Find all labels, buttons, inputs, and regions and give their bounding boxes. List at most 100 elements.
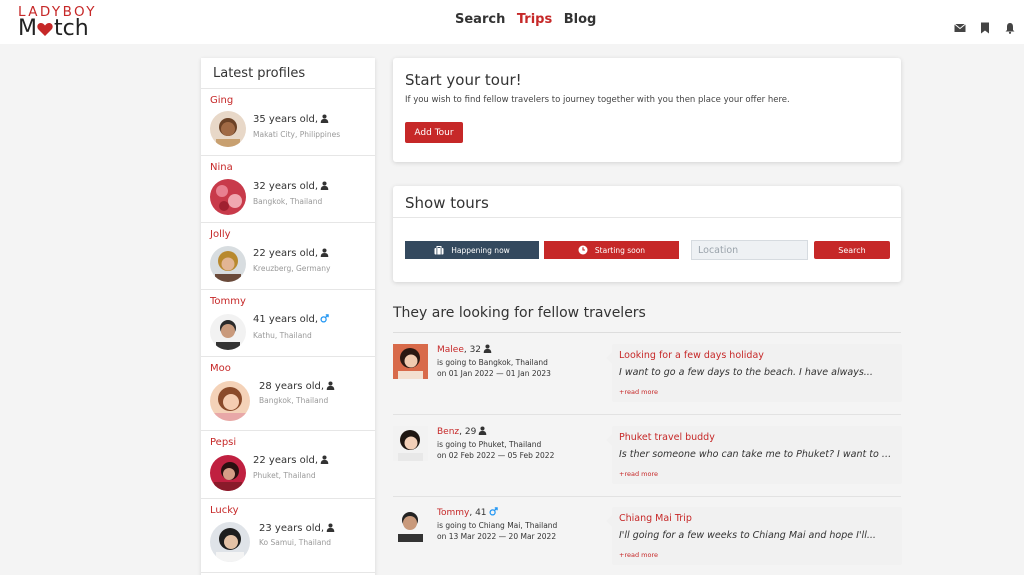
section-title: They are looking for fellow travelers <box>393 305 646 321</box>
profile-location: Makati City, Philippines <box>253 130 341 139</box>
tour-title[interactable]: Chiang Mai Trip <box>619 513 692 524</box>
traveler-photo[interactable] <box>393 426 428 461</box>
profile-age: 28 years old, <box>253 381 335 392</box>
profile-age-text: 41 years old, <box>253 314 319 325</box>
profile-name[interactable]: Tommy <box>210 296 246 307</box>
profile-age: 22 years old, <box>253 455 329 466</box>
bell-icon[interactable] <box>1004 19 1016 34</box>
profile-name[interactable]: Ging <box>210 95 233 106</box>
tour-bubble[interactable]: Chiang Mai Trip I'll going for a few wee… <box>606 507 902 565</box>
traveler-destination: is going to Phuket, Thailand <box>437 440 542 449</box>
traveler-item: Malee, 32 is going to Bangkok, Thailand … <box>393 344 902 415</box>
avatar[interactable] <box>210 381 250 421</box>
traveler-item: Benz, 29 is going to Phuket, Thailand on… <box>393 426 902 497</box>
tour-title[interactable]: Looking for a few days holiday <box>619 350 764 361</box>
bubble-arrow <box>606 352 612 364</box>
search-tours-button[interactable]: Search <box>814 241 890 259</box>
latest-profiles-title: Latest profiles <box>213 66 306 81</box>
profile-location: Kathu, Thailand <box>253 331 312 340</box>
profile-name[interactable]: Pepsi <box>210 437 236 448</box>
show-tours-title: Show tours <box>405 194 489 212</box>
avatar[interactable] <box>210 522 250 562</box>
traveler-item: Tommy, 41 is going to Chiang Mai, Thaila… <box>393 507 902 575</box>
profile-age: 35 years old, <box>253 114 329 125</box>
avatar[interactable] <box>210 314 246 350</box>
profile-name[interactable]: Jolly <box>210 229 231 240</box>
bookmark-icon[interactable] <box>979 19 991 33</box>
profile-item[interactable]: Lucky 23 years old, Ko Samui, Thailand <box>201 499 375 573</box>
profile-item[interactable]: Pepsi 22 years old, Phuket, Thailand <box>201 431 375 499</box>
profile-item[interactable]: Tommy 41 years old, Kathu, Thailand <box>201 290 375 357</box>
traveler-destination: is going to Chiang Mai, Thailand <box>437 521 558 530</box>
profile-age: 22 years old, <box>253 248 329 259</box>
traveler-name[interactable]: Malee <box>437 345 464 355</box>
tour-text: I'll going for a few weeks to Chiang Mai… <box>619 530 876 541</box>
show-tours-card: Show tours Happening now Starting soon S… <box>393 186 901 282</box>
read-more-link[interactable]: +read more <box>619 388 658 396</box>
profile-age-text: 22 years old, <box>253 455 319 466</box>
traveler-age: , 41 <box>469 508 487 518</box>
traveler-name[interactable]: Tommy <box>437 508 469 518</box>
site-logo[interactable]: LADYBOY Mtch <box>18 4 108 41</box>
start-tour-subtitle: If you wish to find fellow travelers to … <box>405 95 790 105</box>
header-icons <box>946 14 1016 34</box>
profile-item[interactable]: Moo 28 years old, Bangkok, Thailand <box>201 357 375 431</box>
person-icon <box>320 248 329 257</box>
nav-search[interactable]: Search <box>455 12 505 27</box>
person-icon <box>320 181 329 190</box>
profile-age: 41 years old, <box>253 314 329 325</box>
person-icon <box>479 426 487 435</box>
profile-name[interactable]: Moo <box>210 363 231 374</box>
start-tour-card: Start your tour! If you wish to find fel… <box>393 58 901 162</box>
latest-profiles-panel: Latest profiles Ging 35 years old, Makat… <box>201 58 375 575</box>
avatar[interactable] <box>210 111 246 147</box>
person-icon <box>326 523 335 532</box>
avatar[interactable] <box>210 246 246 282</box>
happening-now-label: Happening now <box>451 245 510 255</box>
happening-now-button[interactable]: Happening now <box>405 241 539 259</box>
main-nav: Search Trips Blog <box>455 12 603 27</box>
nav-blog[interactable]: Blog <box>564 12 597 27</box>
traveler-age: , 32 <box>463 345 482 355</box>
tour-bubble[interactable]: Phuket travel buddy Is ther someone who … <box>606 426 902 484</box>
profile-location: Bangkok, Thailand <box>259 396 329 405</box>
read-more-link[interactable]: +read more <box>619 551 658 559</box>
traveler-name-line: Malee, 32 <box>437 344 492 355</box>
add-tour-button[interactable]: Add Tour <box>405 122 463 143</box>
traveler-dates: on 13 Mar 2022 — 20 Mar 2022 <box>437 532 557 541</box>
logo-bottom-text: Mtch <box>18 17 89 41</box>
traveler-name[interactable]: Benz <box>437 427 459 437</box>
profile-item[interactable]: Ging 35 years old, Makati City, Philippi… <box>201 89 375 156</box>
suitcase-icon <box>434 245 444 254</box>
profile-name[interactable]: Lucky <box>210 505 239 516</box>
profile-name[interactable]: Nina <box>210 162 233 173</box>
location-input[interactable] <box>691 240 808 260</box>
avatar[interactable] <box>210 455 246 491</box>
traveler-name-line: Tommy, 41 <box>437 507 498 518</box>
person-icon <box>326 381 335 390</box>
profile-item[interactable]: Nina 32 years old, Bangkok, Thailand <box>201 156 375 223</box>
traveler-photo[interactable] <box>393 344 428 379</box>
bubble-arrow <box>606 434 612 446</box>
show-tours-divider <box>393 217 901 218</box>
profile-age-text: 22 years old, <box>253 248 319 259</box>
traveler-photo[interactable] <box>393 507 428 542</box>
profile-location: Bangkok, Thailand <box>253 197 323 206</box>
profile-age-text: 35 years old, <box>253 114 319 125</box>
logo-m: M <box>18 16 37 41</box>
profile-location: Ko Samui, Thailand <box>259 538 331 547</box>
nav-trips[interactable]: Trips <box>517 12 552 27</box>
profile-age-text: 28 years old, <box>259 381 325 392</box>
traveler-dates: on 02 Feb 2022 — 05 Feb 2022 <box>437 451 555 460</box>
tour-title[interactable]: Phuket travel buddy <box>619 432 715 443</box>
person-icon <box>483 344 492 353</box>
profile-item[interactable]: Jolly 22 years old, Kreuzberg, Germany <box>201 223 375 290</box>
logo-rest: tch <box>53 16 89 41</box>
avatar[interactable] <box>210 179 246 215</box>
envelope-icon[interactable] <box>953 19 966 32</box>
tour-bubble[interactable]: Looking for a few days holiday I want to… <box>606 344 902 402</box>
read-more-link[interactable]: +read more <box>619 470 658 478</box>
male-icon <box>488 507 498 516</box>
starting-soon-button[interactable]: Starting soon <box>544 241 679 259</box>
traveler-dates: on 01 Jan 2022 — 01 Jan 2023 <box>437 369 551 378</box>
